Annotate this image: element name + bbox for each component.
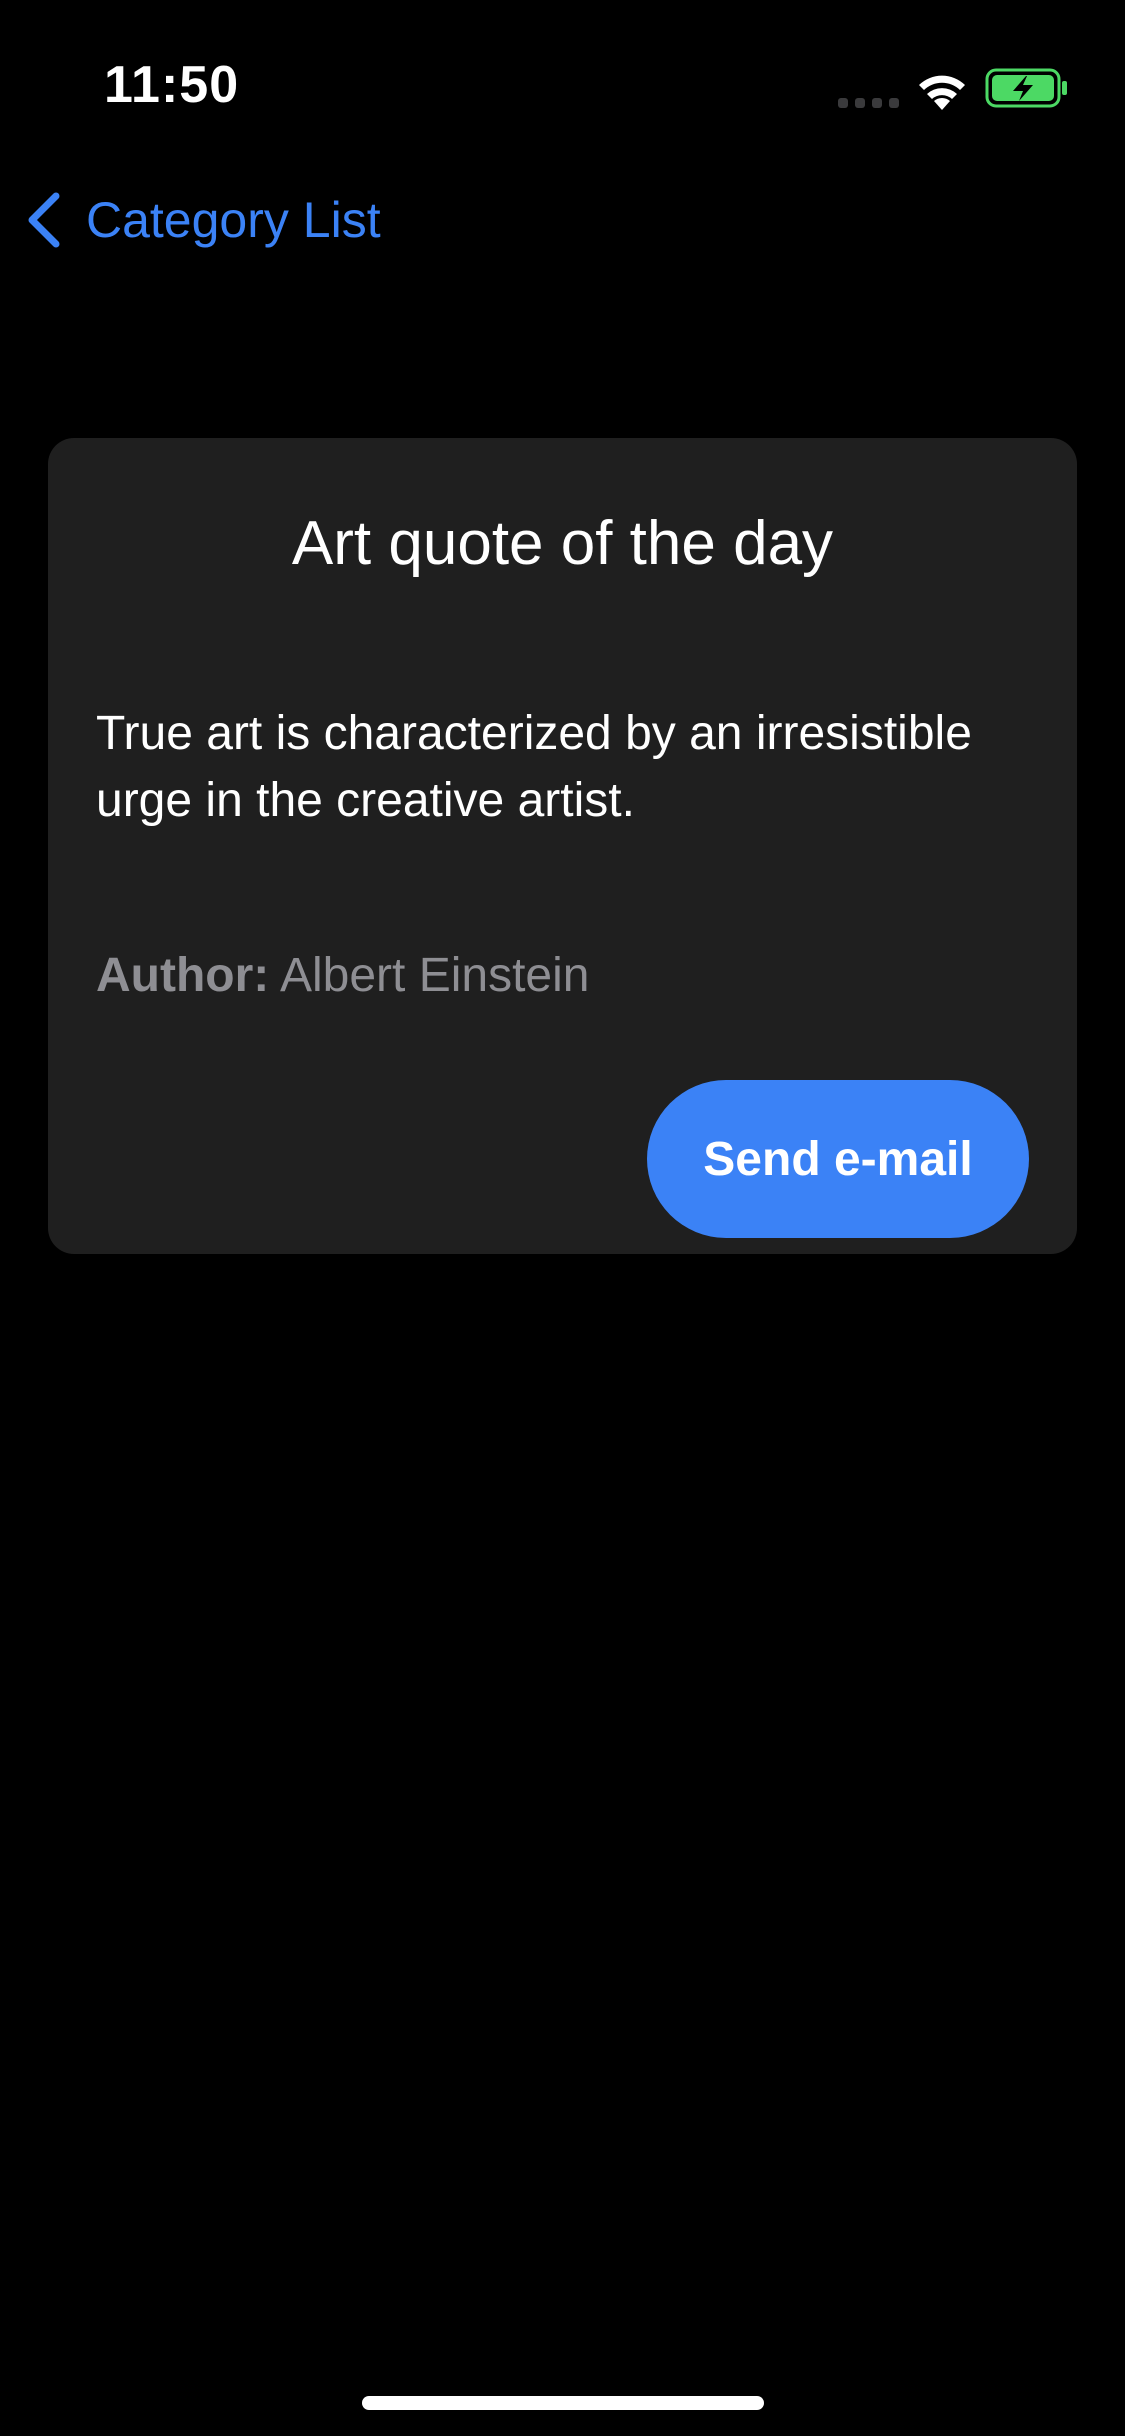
- quote-text: True art is characterized by an irresist…: [96, 707, 972, 827]
- author-label: Author:: [96, 949, 270, 1002]
- author-line: Author: Albert Einstein: [96, 948, 589, 1003]
- back-button[interactable]: Category List: [24, 185, 381, 255]
- wifi-icon: [919, 75, 965, 110]
- signal-dots-icon: [838, 98, 899, 108]
- navigation-bar: Category List: [0, 170, 1125, 266]
- status-bar: 11:50: [0, 0, 1125, 150]
- quote-card: Art quote of the day True art is charact…: [48, 438, 1077, 1254]
- send-email-button[interactable]: Send e-mail: [647, 1080, 1029, 1238]
- back-button-label: Category List: [86, 192, 381, 248]
- battery-charging-icon: [985, 68, 1067, 108]
- chevron-left-icon: [28, 192, 60, 248]
- author-name: Albert Einstein: [279, 949, 590, 1002]
- card-title: Art quote of the day: [291, 509, 834, 578]
- home-indicator[interactable]: [362, 2396, 764, 2410]
- status-time: 11:50: [104, 56, 240, 114]
